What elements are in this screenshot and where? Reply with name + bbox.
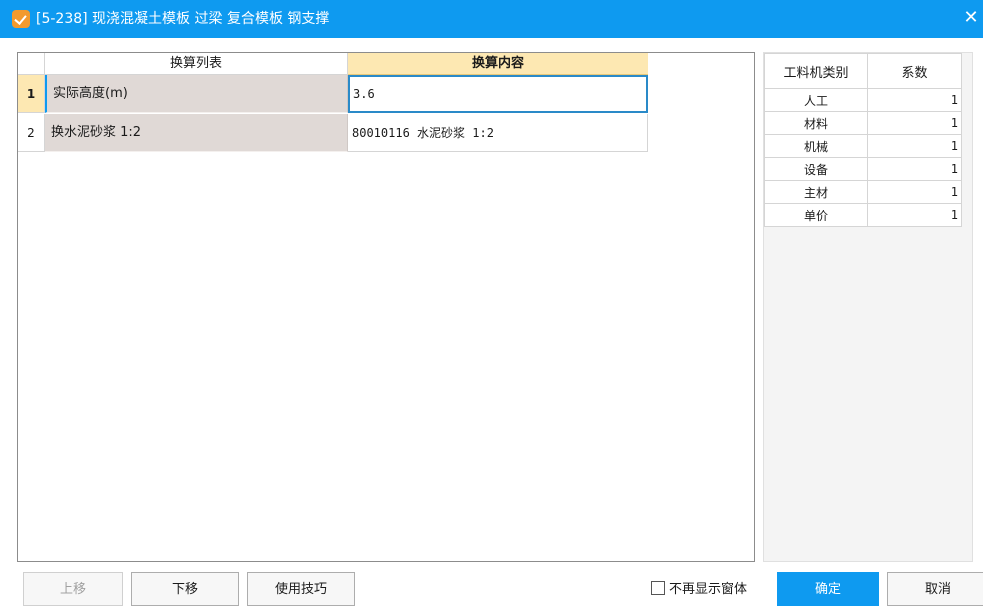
header-conversion-list[interactable]: 换算列表 (45, 53, 348, 75)
conversion-value-input[interactable]: 3.6 (348, 75, 648, 113)
conversion-value[interactable]: 80010116 水泥砂浆 1:2 (348, 114, 648, 152)
category-cell: 单价 (764, 203, 868, 227)
table-row[interactable]: 主材 1 (764, 180, 962, 204)
window-title: [5-238] 现浇混凝土模板 过梁 复合模板 钢支撑 (36, 11, 330, 27)
factor-cell[interactable]: 1 (867, 203, 962, 227)
dont-show-again-checkbox[interactable]: 不再显示窗体 (651, 581, 747, 599)
table-row[interactable]: 1 实际高度(m) 3.6 (18, 75, 648, 113)
app-logo-icon (12, 10, 30, 28)
header-conversion-content[interactable]: 换算内容 (348, 53, 648, 75)
table-row[interactable]: 2 换水泥砂浆 1:2 80010116 水泥砂浆 1:2 (18, 114, 648, 152)
conversion-grid: 换算列表 换算内容 1 实际高度(m) 3.6 2 换水泥砂浆 1:2 8001… (17, 52, 755, 562)
move-up-button[interactable]: 上移 (23, 572, 123, 606)
table-row[interactable]: 设备 1 (764, 157, 962, 181)
title-bar: [5-238] 现浇混凝土模板 过梁 复合模板 钢支撑 ✕ (0, 0, 983, 38)
left-edge-strip (0, 38, 5, 608)
close-icon[interactable]: ✕ (961, 8, 981, 28)
category-cell: 设备 (764, 157, 868, 181)
table-row[interactable]: 材料 1 (764, 111, 962, 135)
grid-corner-cell[interactable] (18, 53, 45, 75)
factor-cell[interactable]: 1 (867, 111, 962, 135)
conversion-name[interactable]: 换水泥砂浆 1:2 (45, 114, 348, 152)
checkbox-icon[interactable] (651, 581, 665, 595)
conversion-name[interactable]: 实际高度(m) (45, 75, 348, 113)
category-cell: 材料 (764, 111, 868, 135)
table-row[interactable]: 人工 1 (764, 88, 962, 112)
factor-cell[interactable]: 1 (867, 180, 962, 204)
header-factor: 系数 (867, 53, 962, 89)
footer-bar: 上移 下移 使用技巧 不再显示窗体 确定 取消 (0, 568, 983, 608)
dont-show-again-label: 不再显示窗体 (669, 582, 748, 597)
row-number[interactable]: 1 (18, 75, 45, 113)
row-number[interactable]: 2 (18, 114, 45, 152)
move-down-button[interactable]: 下移 (131, 572, 239, 606)
coefficient-table: 工料机类别 系数 人工 1 材料 1 机械 1 设备 1 主材 1 单价 1 (764, 53, 962, 227)
usage-tips-button[interactable]: 使用技巧 (247, 572, 355, 606)
table-row[interactable]: 机械 1 (764, 134, 962, 158)
factor-cell[interactable]: 1 (867, 88, 962, 112)
factor-cell[interactable]: 1 (867, 134, 962, 158)
category-cell: 人工 (764, 88, 868, 112)
category-cell: 机械 (764, 134, 868, 158)
header-category: 工料机类别 (764, 53, 868, 89)
cancel-button[interactable]: 取消 (887, 572, 983, 606)
category-cell: 主材 (764, 180, 868, 204)
factor-cell[interactable]: 1 (867, 157, 962, 181)
table-row[interactable]: 单价 1 (764, 203, 962, 227)
ok-button[interactable]: 确定 (777, 572, 879, 606)
coefficient-panel: 工料机类别 系数 人工 1 材料 1 机械 1 设备 1 主材 1 单价 1 (763, 52, 973, 562)
